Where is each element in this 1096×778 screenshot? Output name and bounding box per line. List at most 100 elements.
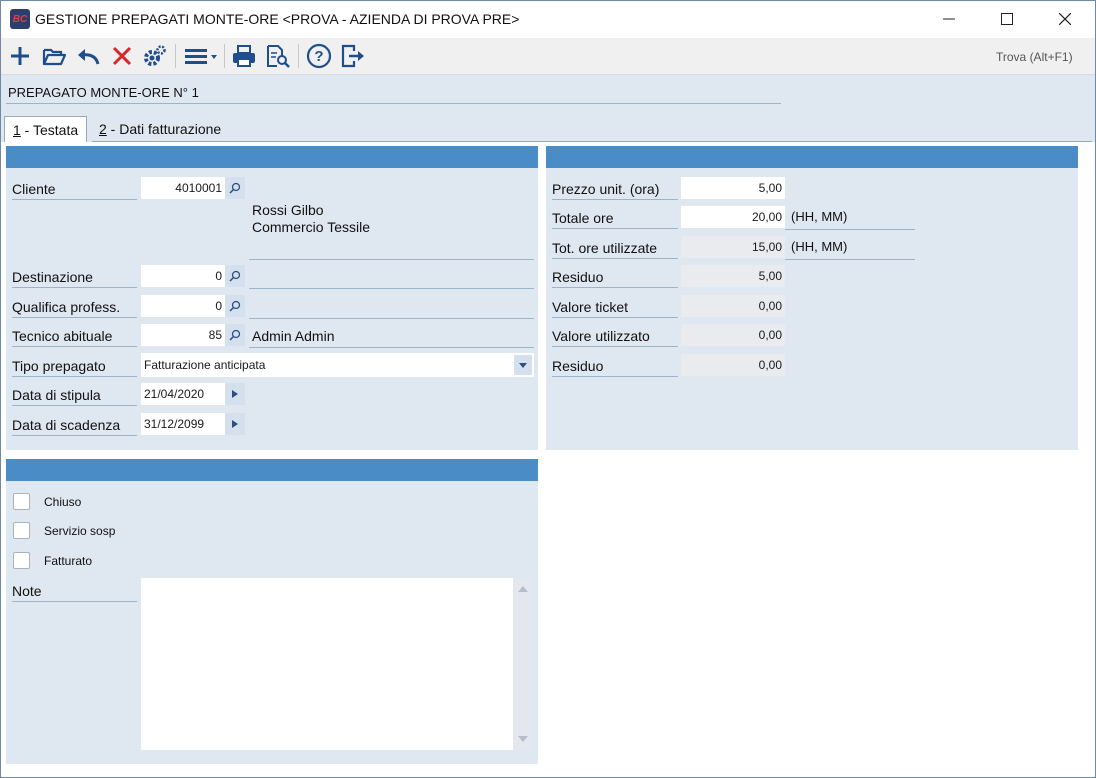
settings-icon xyxy=(144,45,166,66)
tot-ore-utilizzate-unit: (HH, MM) xyxy=(791,239,848,254)
main-data-panel: Cliente 4010001 Rossi Gilbo Commercio Te… xyxy=(6,146,538,450)
totale-ore-input[interactable]: 20,00 xyxy=(681,206,785,228)
search-icon xyxy=(229,300,241,312)
data-scadenza-label: Data di scadenza xyxy=(12,414,137,436)
data-stipula-input[interactable]: 21/04/2020 xyxy=(141,383,225,405)
scroll-up-icon[interactable] xyxy=(518,586,528,592)
open-button[interactable] xyxy=(40,42,68,70)
print-button[interactable] xyxy=(230,42,258,70)
tot-ore-utilizzate-unit-underline xyxy=(785,259,915,260)
destinazione-desc-underline xyxy=(249,288,534,289)
dropdown-arrow-button[interactable] xyxy=(514,355,532,375)
residuo-valore-label: Residuo xyxy=(552,355,678,377)
totale-ore-unit: (HH, MM) xyxy=(791,209,848,224)
tecnico-name: Admin Admin xyxy=(252,328,335,344)
record-title-underline xyxy=(6,103,781,104)
settings-button[interactable] xyxy=(141,42,169,70)
tecnico-lookup-button[interactable] xyxy=(225,324,245,346)
values-panel: Prezzo unit. (ora) 5,00 Totale ore 20,00… xyxy=(546,146,1078,450)
residuo-ore-label: Residuo xyxy=(552,266,678,288)
prezzo-unit-input[interactable]: 5,00 xyxy=(681,177,785,199)
undo-button[interactable] xyxy=(74,42,102,70)
servizio-sosp-checkbox[interactable] xyxy=(13,522,30,539)
residuo-ore-value: 5,00 xyxy=(681,265,785,287)
tot-ore-utilizzate-value: 15,00 xyxy=(681,236,785,258)
minimize-button[interactable] xyxy=(920,0,978,38)
panel-header xyxy=(6,459,538,481)
note-scrollbar[interactable] xyxy=(513,578,533,750)
valore-ticket-value: 0,00 xyxy=(681,295,785,317)
data-stipula-label: Data di stipula xyxy=(12,384,137,406)
toolbar-separator xyxy=(175,44,176,68)
destinazione-label: Destinazione xyxy=(12,266,137,288)
data-stipula-picker-button[interactable] xyxy=(225,383,245,405)
destinazione-input[interactable]: 0 xyxy=(141,265,225,287)
new-record-button[interactable] xyxy=(6,42,34,70)
maximize-button[interactable] xyxy=(978,0,1036,38)
undo-icon xyxy=(78,49,100,65)
toolbar: ? Trova (Alt+F1) xyxy=(0,38,1096,75)
help-button[interactable]: ? xyxy=(305,42,333,70)
valore-ticket-label: Valore ticket xyxy=(552,296,678,318)
record-header: PREPAGATO MONTE-ORE N° 1 xyxy=(0,75,1096,114)
status-notes-panel: Chiuso Servizio sosp Fatturato Note xyxy=(6,459,538,764)
cliente-company: Commercio Tessile xyxy=(252,219,370,235)
find-search-box[interactable]: Trova (Alt+F1) xyxy=(990,45,1090,69)
app-logo-icon: BC xyxy=(10,9,30,29)
cliente-lookup-button[interactable] xyxy=(225,177,245,199)
chiuso-checkbox[interactable] xyxy=(13,493,30,510)
qualifica-input[interactable]: 0 xyxy=(141,295,225,317)
tab-dati-fatturazione[interactable]: 2 - Dati fatturazione xyxy=(91,116,229,143)
cliente-desc-underline xyxy=(249,259,534,260)
qualifica-desc-underline xyxy=(249,318,534,319)
fatturato-label: Fatturato xyxy=(44,554,93,568)
chevron-down-icon xyxy=(519,362,527,368)
svg-text:?: ? xyxy=(314,48,323,65)
record-title: PREPAGATO MONTE-ORE N° 1 xyxy=(8,85,199,100)
panel-header xyxy=(6,146,538,168)
help-icon: ? xyxy=(306,43,332,69)
search-icon xyxy=(229,329,241,341)
qualifica-lookup-button[interactable] xyxy=(225,295,245,317)
delete-button[interactable] xyxy=(108,42,136,70)
toolbar-separator xyxy=(224,44,225,68)
delete-icon xyxy=(112,46,132,66)
close-window-button[interactable] xyxy=(1036,0,1094,38)
tab-dati-fatturazione-key: 2 xyxy=(99,121,107,137)
tecnico-label: Tecnico abituale xyxy=(12,325,137,347)
tab-testata[interactable]: 1 - Testata xyxy=(4,116,88,143)
print-preview-icon xyxy=(267,45,290,68)
servizio-sosp-label: Servizio sosp xyxy=(44,524,116,538)
fatturato-checkbox[interactable] xyxy=(13,552,30,569)
tipo-prepagato-label: Tipo prepagato xyxy=(12,355,137,377)
valore-utilizzato-label: Valore utilizzato xyxy=(552,325,678,347)
destinazione-lookup-button[interactable] xyxy=(225,265,245,287)
tecnico-desc-underline xyxy=(249,347,534,348)
search-icon xyxy=(229,182,241,194)
tab-dati-fatturazione-label: - Dati fatturazione xyxy=(106,121,222,137)
prezzo-unit-label: Prezzo unit. (ora) xyxy=(552,178,678,200)
totale-ore-unit-underline xyxy=(785,229,915,230)
print-icon xyxy=(233,45,255,67)
tipo-prepagato-select[interactable]: Fatturazione anticipata xyxy=(141,353,534,377)
note-label: Note xyxy=(12,580,137,602)
scroll-down-icon[interactable] xyxy=(518,736,528,742)
menu-button[interactable] xyxy=(182,42,220,70)
add-icon xyxy=(11,47,29,65)
exit-button[interactable] xyxy=(339,42,367,70)
tab-bar: 1 - Testata 2 - Dati fatturazione xyxy=(0,114,1096,143)
note-textarea[interactable] xyxy=(141,578,533,750)
minimize-icon xyxy=(943,18,955,20)
tab-content: Cliente 4010001 Rossi Gilbo Commercio Te… xyxy=(2,142,1092,774)
chevron-right-icon xyxy=(232,390,238,398)
cliente-code-input[interactable]: 4010001 xyxy=(141,177,225,199)
print-preview-button[interactable] xyxy=(264,42,292,70)
qualifica-label: Qualifica profess. xyxy=(12,296,137,318)
toolbar-separator xyxy=(298,44,299,68)
tab-testata-label: - Testata xyxy=(20,122,79,138)
data-scadenza-input[interactable]: 31/12/2099 xyxy=(141,413,225,435)
tecnico-input[interactable]: 85 xyxy=(141,324,225,346)
data-scadenza-picker-button[interactable] xyxy=(225,413,245,435)
tab-testata-key: 1 xyxy=(13,122,21,138)
tot-ore-utilizzate-label: Tot. ore utilizzate xyxy=(552,237,678,259)
